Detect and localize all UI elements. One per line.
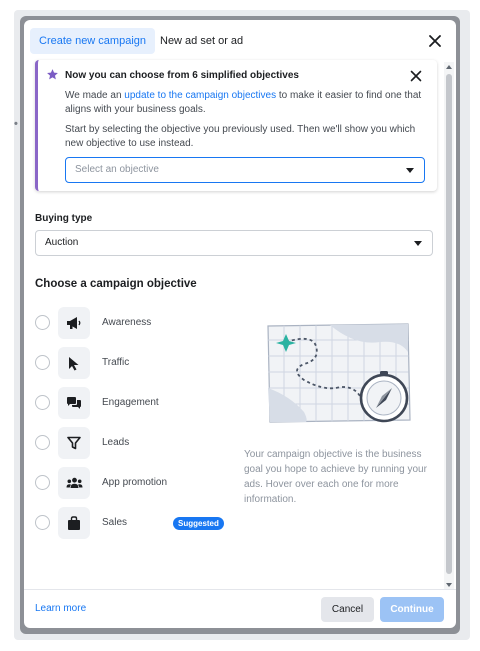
objective-option-awareness[interactable]: Awareness bbox=[35, 307, 235, 339]
objective-radio[interactable] bbox=[35, 315, 50, 330]
people-icon bbox=[58, 467, 90, 499]
objective-radio[interactable] bbox=[35, 515, 50, 530]
star-icon bbox=[46, 68, 59, 86]
simplified-objectives-notice: Now you can choose from 6 simplified obj… bbox=[35, 60, 437, 191]
continue-button[interactable]: Continue bbox=[380, 597, 444, 622]
objective-label: Traffic bbox=[102, 357, 130, 368]
objective-radio[interactable] bbox=[35, 395, 50, 410]
create-campaign-dialog: Create new campaign New ad set or ad Now… bbox=[24, 20, 456, 628]
background-fragment: • bbox=[14, 118, 18, 130]
select-objective-placeholder: Select an objective bbox=[75, 164, 159, 175]
suggested-badge: Suggested bbox=[173, 517, 224, 530]
objective-option-app-promotion[interactable]: App promotion bbox=[35, 467, 235, 499]
close-dialog-icon[interactable] bbox=[426, 32, 444, 50]
cursor-icon bbox=[58, 347, 90, 379]
buying-type-label: Buying type bbox=[35, 213, 93, 224]
notice-instructions: Start by selecting the objective you pre… bbox=[65, 124, 416, 149]
objective-label: Sales bbox=[102, 517, 128, 528]
objective-description: Your campaign objective is the business … bbox=[244, 449, 427, 505]
chevron-down-icon bbox=[414, 241, 422, 246]
objective-label: Leads bbox=[102, 437, 130, 448]
objective-radio[interactable] bbox=[35, 475, 50, 490]
objective-option-leads[interactable]: Leads bbox=[35, 427, 235, 459]
chevron-down-icon bbox=[406, 168, 414, 173]
objective-option-traffic[interactable]: Traffic bbox=[35, 347, 235, 379]
chat-bubbles-icon bbox=[58, 387, 90, 419]
notice-body: We made an update to the campaign object… bbox=[65, 89, 427, 117]
learn-more-link[interactable]: Learn more bbox=[35, 603, 86, 614]
scrollbar-thumb[interactable] bbox=[446, 74, 452, 574]
notice-title: Now you can choose from 6 simplified obj… bbox=[65, 70, 299, 81]
footer-divider bbox=[24, 589, 456, 590]
buying-type-dropdown[interactable]: Auction bbox=[35, 230, 433, 256]
objective-radio[interactable] bbox=[35, 355, 50, 370]
buying-type-value: Auction bbox=[45, 237, 79, 248]
objective-label: App promotion bbox=[102, 477, 168, 488]
shopping-bag-icon bbox=[58, 507, 90, 539]
notice-body-text: We made an bbox=[65, 90, 125, 101]
dialog-scrollbar[interactable] bbox=[444, 62, 454, 590]
funnel-icon bbox=[58, 427, 90, 459]
objective-option-sales[interactable]: Sales Suggested bbox=[35, 507, 235, 539]
campaign-objective-heading: Choose a campaign objective bbox=[35, 278, 197, 290]
campaign-objectives-update-link[interactable]: update to the campaign objectives bbox=[124, 90, 276, 101]
scroll-up-arrow-icon[interactable] bbox=[446, 65, 452, 69]
select-objective-dropdown[interactable]: Select an objective bbox=[65, 157, 425, 183]
megaphone-icon bbox=[58, 307, 90, 339]
scroll-down-arrow-icon[interactable] bbox=[446, 583, 452, 587]
tab-create-new-campaign[interactable]: Create new campaign bbox=[30, 28, 156, 54]
objective-label: Engagement bbox=[102, 397, 159, 408]
objective-label: Awareness bbox=[102, 317, 152, 328]
cancel-button[interactable]: Cancel bbox=[321, 597, 374, 622]
objective-radio[interactable] bbox=[35, 435, 50, 450]
close-notice-icon[interactable] bbox=[410, 69, 424, 83]
treasure-map-compass-illustration bbox=[260, 316, 422, 438]
tab-new-ad-set-or-ad[interactable]: New ad set or ad bbox=[151, 28, 252, 54]
objective-option-engagement[interactable]: Engagement bbox=[35, 387, 235, 419]
